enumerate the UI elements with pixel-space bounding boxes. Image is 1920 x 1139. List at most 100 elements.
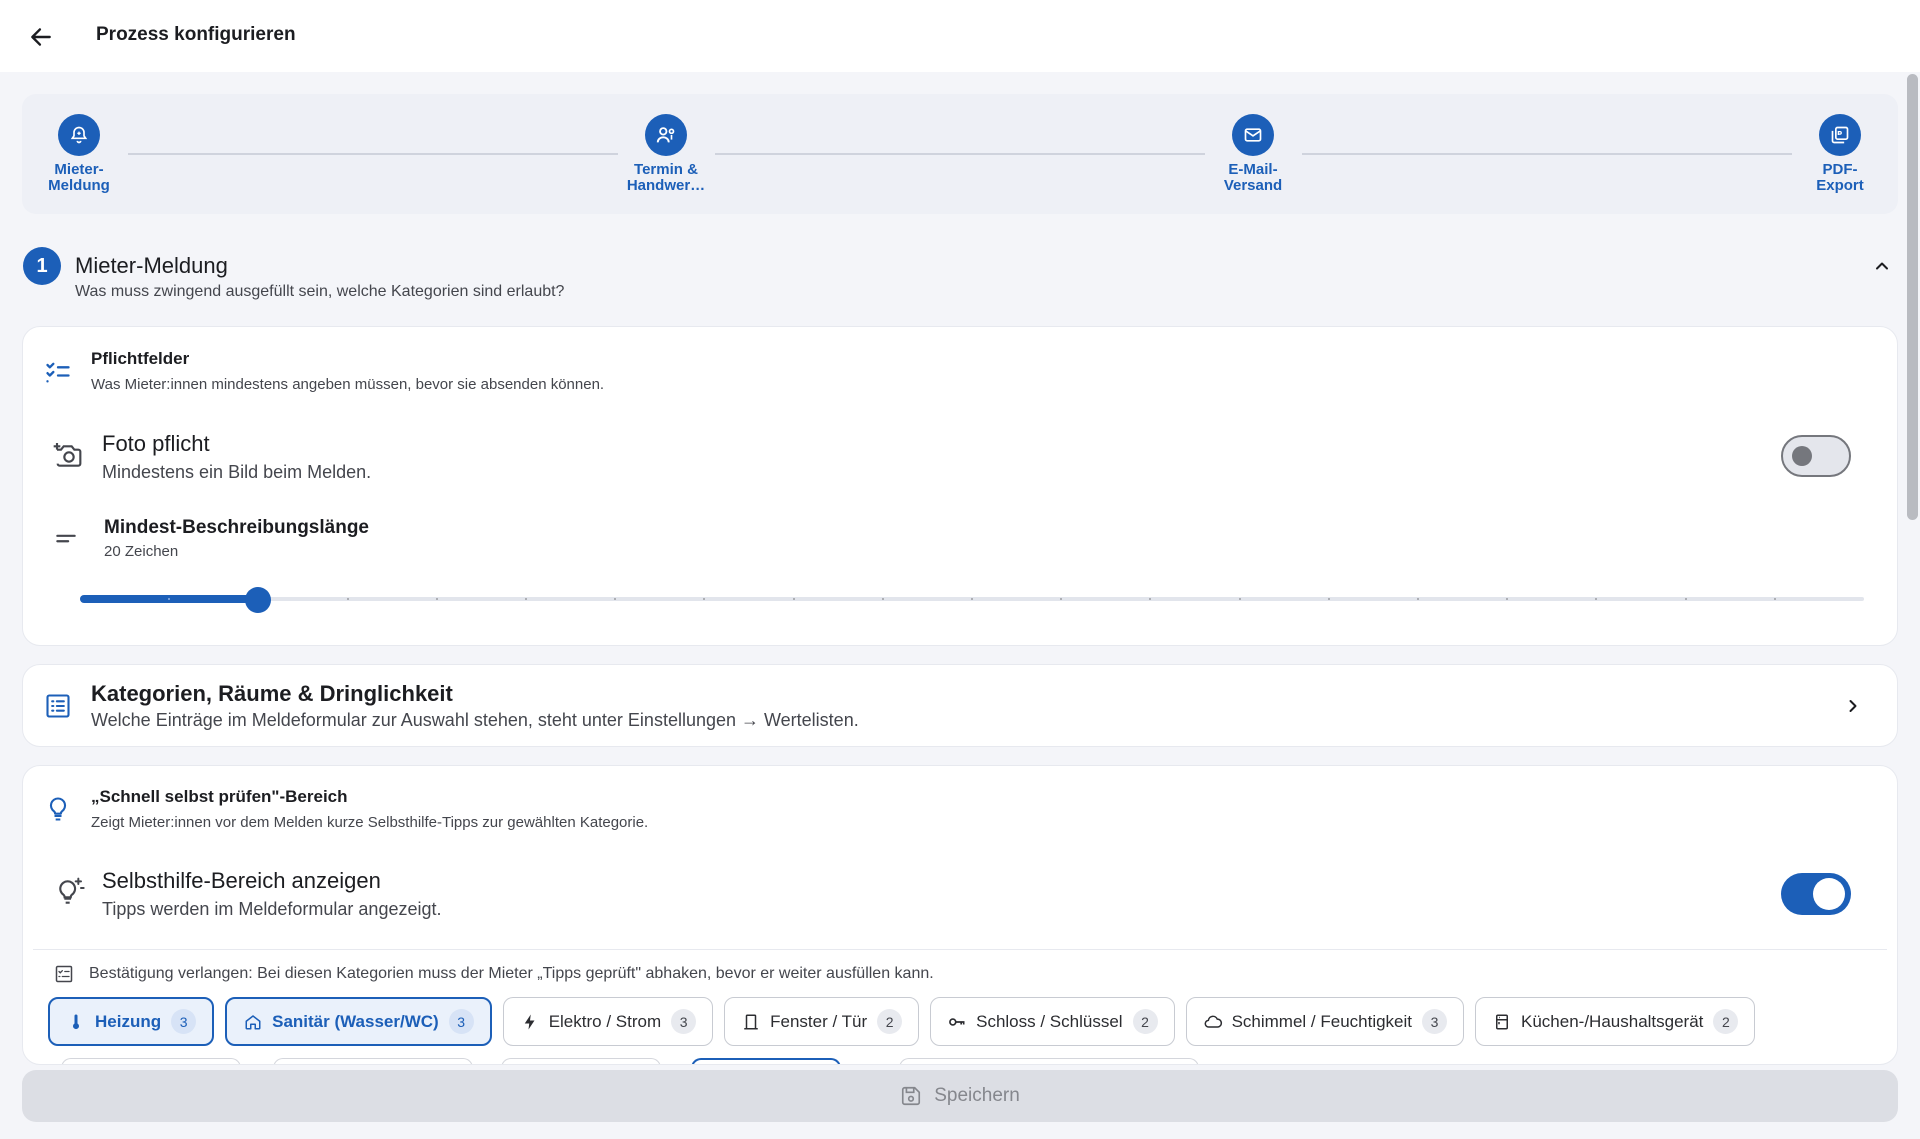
chip-schloss[interactable]: Schloss / Schlüssel 2 [930, 997, 1175, 1046]
category-chip-row: Heizung 3 Sanitär (Wasser/WC) 3 Elektro … [48, 997, 1756, 1047]
slider-tick [881, 598, 884, 600]
chevron-right-icon [1840, 693, 1866, 719]
home-icon [243, 1012, 263, 1032]
camera-add-icon [51, 437, 87, 473]
slider-tick [1238, 598, 1241, 600]
key-icon [947, 1012, 967, 1032]
slider-tick [1773, 598, 1776, 600]
step-label: Mieter- Meldung [48, 161, 110, 194]
chip-label: Schimmel / Feuchtigkeit [1231, 1011, 1413, 1031]
save-icon [902, 1086, 921, 1106]
pflichtfelder-subtitle: Was Mieter:innen mindestens angeben müss… [91, 376, 605, 393]
foto-pflicht-toggle[interactable] [1781, 435, 1851, 477]
mail-icon [1244, 128, 1262, 142]
chevron-up-icon [1876, 262, 1888, 270]
chip-sanitaer[interactable]: Sanitär (Wasser/WC) 3 [225, 997, 492, 1046]
back-button[interactable] [20, 16, 62, 58]
chip-heizung[interactable]: Heizung 3 [48, 997, 215, 1046]
bestaetigung-text: Bestätigung verlangen: Bei diesen Katego… [89, 965, 934, 982]
cloud-icon [1203, 1012, 1223, 1032]
slider-tick [346, 598, 349, 600]
slider-tick [971, 598, 973, 600]
save-label: Speichern [934, 1085, 1020, 1106]
app-bar: Prozess konfigurieren [0, 0, 1920, 72]
checklist-icon [43, 357, 73, 387]
chip-partial[interactable] [501, 1058, 661, 1064]
chip-schimmel[interactable]: Schimmel / Feuchtigkeit 3 [1185, 997, 1465, 1046]
section-subtitle: Was muss zwingend ausgefüllt sein, welch… [75, 283, 565, 300]
chip-label: Elektro / Strom [548, 1011, 662, 1031]
section-number-badge: 1 [23, 247, 61, 285]
chip-label: Schloss / Schlüssel [976, 1011, 1123, 1031]
step-dot [1232, 114, 1274, 156]
mindest-beschreibung-title: Mindest-Beschreibungslänge [104, 517, 369, 538]
chip-elektro[interactable]: Elektro / Strom 3 [502, 997, 714, 1046]
step-mieter-meldung[interactable]: Mieter- Meldung [24, 114, 134, 194]
chip-label: Sanitär (Wasser/WC) [272, 1011, 439, 1031]
tips-icon [51, 874, 87, 910]
step-label: PDF- Export [1816, 161, 1864, 194]
collapse-button[interactable] [1869, 253, 1895, 279]
chip-label: Fenster / Tür [770, 1011, 868, 1031]
selbsthilfe-title: Selbsthilfe-Bereich anzeigen [102, 868, 381, 893]
selbst-pruefen-title: „Schnell selbst prüfen"-Bereich [91, 787, 348, 806]
mindest-beschreibung-slider[interactable] [80, 587, 1864, 613]
chip-partial[interactable] [273, 1058, 473, 1064]
chip-count-badge: 3 [1422, 1009, 1448, 1034]
selbst-pruefen-subtitle: Zeigt Mieter:innen vor dem Melden kurze … [91, 814, 649, 831]
slider-tick [1327, 598, 1330, 600]
lightbulb-icon [43, 794, 73, 824]
selbsthilfe-toggle[interactable] [1781, 873, 1851, 915]
step-termin-handwerker[interactable]: Termin & Handwer… [611, 114, 721, 194]
thermometer-icon [66, 1012, 86, 1032]
chip-count-badge: 3 [671, 1009, 697, 1034]
chip-partial[interactable] [691, 1058, 841, 1064]
section-title: Mieter-Meldung [75, 253, 228, 278]
arrow-left-icon [31, 28, 51, 46]
step-dot [58, 114, 100, 156]
chip-count-badge: 3 [171, 1009, 197, 1034]
short-text-icon [51, 523, 81, 553]
slider-tick [792, 598, 795, 600]
selbst-pruefen-card: „Schnell selbst prüfen"-Bereich Zeigt Mi… [22, 765, 1898, 1065]
chip-kuechengeraet[interactable]: Küchen-/Haushaltsgerät 2 [1475, 997, 1756, 1046]
list-icon [43, 691, 73, 721]
mindest-beschreibung-value: 20 Zeichen [104, 543, 179, 560]
bell-icon [70, 126, 88, 144]
checkbox-list-icon [53, 963, 75, 985]
toggle-knob [1792, 446, 1812, 466]
pdf-icon [1831, 126, 1849, 144]
chip-partial[interactable] [899, 1058, 1199, 1064]
step-connector [128, 153, 618, 155]
slider-thumb[interactable] [245, 587, 272, 613]
step-pdf-export[interactable]: PDF- Export [1785, 114, 1895, 194]
chip-count-badge: 3 [448, 1009, 474, 1034]
foto-pflicht-title: Foto pflicht [102, 431, 210, 456]
step-connector [1302, 153, 1792, 155]
scrollbar-thumb[interactable] [1907, 74, 1918, 520]
pflichtfelder-card: Pflichtfelder Was Mieter:innen mindesten… [22, 326, 1898, 646]
foto-pflicht-subtitle: Mindestens ein Bild beim Melden. [102, 462, 372, 482]
step-dot [1819, 114, 1861, 156]
chip-label: Heizung [95, 1011, 162, 1031]
slider-tick [1684, 598, 1687, 600]
divider [33, 949, 1887, 950]
chip-partial[interactable] [61, 1058, 241, 1064]
selbsthilfe-subtitle: Tipps werden im Meldeformular angezeigt. [102, 899, 442, 919]
step-connector [715, 153, 1205, 155]
chip-fenster-tuer[interactable]: Fenster / Tür 2 [724, 997, 920, 1046]
slider-tick [435, 598, 438, 600]
page-title: Prozess konfigurieren [96, 24, 296, 45]
bolt-icon [520, 1012, 540, 1032]
kategorien-card[interactable]: Kategorien, Räume & Dringlichkeit Welche… [22, 664, 1898, 747]
slider-tick [1417, 598, 1419, 600]
appliance-icon [1492, 1012, 1512, 1032]
chip-label: Küchen-/Haushaltsgerät [1521, 1011, 1704, 1031]
pflichtfelder-title: Pflichtfelder [91, 349, 190, 368]
chip-count-badge: 2 [1713, 1009, 1739, 1034]
save-button[interactable]: Speichern [22, 1070, 1898, 1122]
step-email-versand[interactable]: E-Mail- Versand [1198, 114, 1308, 194]
chip-count-badge: 2 [1132, 1009, 1158, 1034]
step-label: Termin & Handwer… [626, 161, 706, 194]
kategorien-subtitle: Welche Einträge im Meldeformular zur Aus… [91, 710, 859, 730]
